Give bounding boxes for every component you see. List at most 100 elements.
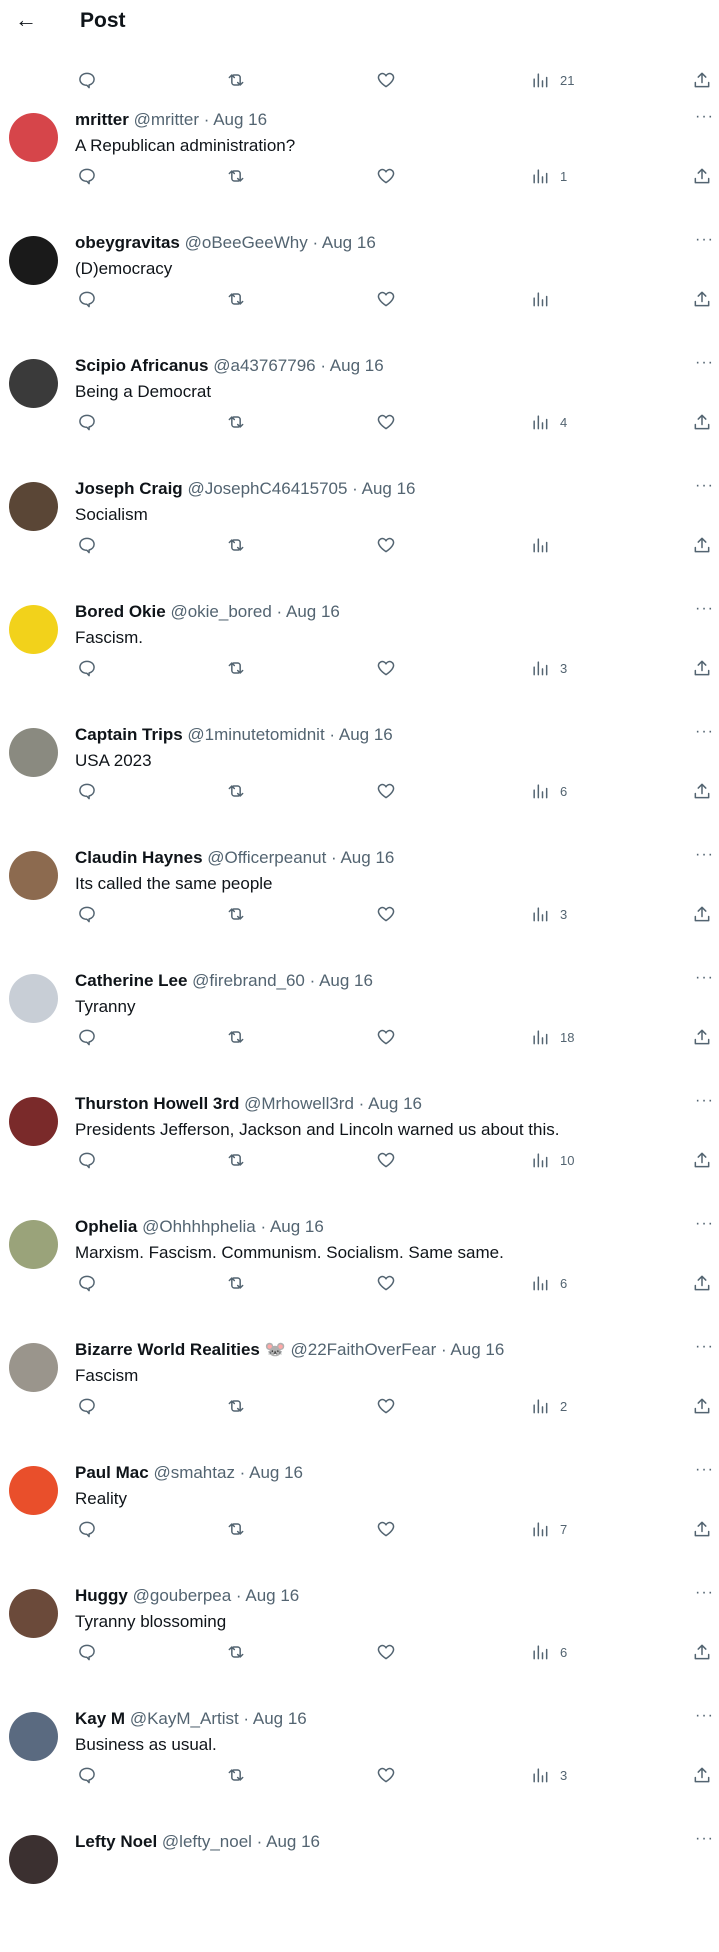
share-icon[interactable] [692,1517,712,1541]
share-icon[interactable] [692,68,712,92]
author-name[interactable]: Catherine Lee [75,971,187,990]
views-icon[interactable] [530,533,560,557]
author-handle[interactable]: @smahtaz [153,1463,235,1482]
repost-icon[interactable] [226,410,246,434]
like-icon[interactable] [376,902,396,926]
author-name[interactable]: Captain Trips [75,725,183,744]
reply-icon[interactable] [77,1148,97,1172]
more-options-icon[interactable]: ··· [695,231,714,249]
avatar[interactable] [9,359,58,408]
post-date[interactable]: Aug 16 [368,1094,422,1113]
views-icon[interactable]: 10 [530,1148,574,1172]
reply-icon[interactable] [77,1763,97,1787]
views-icon[interactable]: 7 [530,1517,567,1541]
repost-icon[interactable] [226,68,246,92]
reply-item[interactable]: Catherine Lee @firebrand_60 · Aug 16 ··· T… [0,967,719,1091]
like-icon[interactable] [376,779,396,803]
author-name[interactable]: Kay M [75,1709,125,1728]
avatar[interactable] [9,728,58,777]
author-handle[interactable]: @22FaithOverFear [290,1340,436,1359]
share-icon[interactable] [692,533,712,557]
repost-icon[interactable] [226,656,246,680]
like-icon[interactable] [376,1763,396,1787]
avatar[interactable] [9,1589,58,1638]
repost-icon[interactable] [226,1148,246,1172]
views-icon[interactable]: 4 [530,410,567,434]
avatar[interactable] [9,1220,58,1269]
author-handle[interactable]: @gouberpea [133,1586,232,1605]
repost-icon[interactable] [226,287,246,311]
post-date[interactable]: Aug 16 [339,725,393,744]
avatar[interactable] [9,113,58,162]
author-name[interactable]: Ophelia [75,1217,137,1236]
more-options-icon[interactable]: ··· [695,1338,714,1356]
author-handle[interactable]: @Ohhhhphelia [142,1217,256,1236]
post-date[interactable]: Aug 16 [213,110,267,129]
avatar[interactable] [9,1466,58,1515]
author-handle[interactable]: @a43767796 [213,356,315,375]
reply-icon[interactable] [77,1025,97,1049]
author-name[interactable]: Scipio Africanus [75,356,209,375]
post-date[interactable]: Aug 16 [245,1586,299,1605]
author-handle[interactable]: @KayM_Artist [130,1709,239,1728]
author-name[interactable]: Bizarre World Realities 🐭 [75,1340,286,1359]
reply-icon[interactable] [77,68,97,92]
post-date[interactable]: Aug 16 [249,1463,303,1482]
reply-item[interactable]: Bored Okie @okie_bored · Aug 16 ··· Fascis… [0,598,719,722]
more-options-icon[interactable]: ··· [695,1584,714,1602]
author-name[interactable]: Joseph Craig [75,479,183,498]
like-icon[interactable] [376,656,396,680]
repost-icon[interactable] [226,1763,246,1787]
more-options-icon[interactable]: ··· [695,1707,714,1725]
views-icon[interactable]: 3 [530,1763,567,1787]
post-date[interactable]: Aug 16 [319,971,373,990]
share-icon[interactable] [692,1148,712,1172]
views-icon[interactable]: 1 [530,164,567,188]
more-options-icon[interactable]: ··· [695,846,714,864]
more-options-icon[interactable]: ··· [695,1215,714,1233]
like-icon[interactable] [376,164,396,188]
avatar[interactable] [9,1097,58,1146]
share-icon[interactable] [692,287,712,311]
reply-icon[interactable] [77,656,97,680]
reply-item[interactable]: Lefty Noel @lefty_noel · Aug 16 ··· [0,1828,719,1952]
author-name[interactable]: obeygravitas [75,233,180,252]
share-icon[interactable] [692,902,712,926]
reply-item[interactable]: Ophelia @Ohhhhphelia · Aug 16 ··· Marxism.… [0,1213,719,1337]
author-handle[interactable]: @Officerpeanut [207,848,326,867]
like-icon[interactable] [376,533,396,557]
like-icon[interactable] [376,1640,396,1664]
author-name[interactable]: Claudin Haynes [75,848,203,867]
repost-icon[interactable] [226,902,246,926]
more-options-icon[interactable]: ··· [695,969,714,987]
more-options-icon[interactable]: ··· [695,354,714,372]
post-date[interactable]: Aug 16 [286,602,340,621]
reply-item[interactable]: Paul Mac @smahtaz · Aug 16 ··· Reality 7 [0,1459,719,1583]
views-icon[interactable]: 18 [530,1025,574,1049]
author-handle[interactable]: @JosephC46415705 [187,479,347,498]
like-icon[interactable] [376,68,396,92]
reply-item[interactable]: Claudin Haynes @Officerpeanut · Aug 16 ··… [0,844,719,968]
author-name[interactable]: Thurston Howell 3rd [75,1094,239,1113]
share-icon[interactable] [692,1025,712,1049]
repost-icon[interactable] [226,1271,246,1295]
share-icon[interactable] [692,1271,712,1295]
author-name[interactable]: Paul Mac [75,1463,149,1482]
author-handle[interactable]: @Mrhowell3rd [244,1094,354,1113]
share-icon[interactable] [692,1640,712,1664]
avatar[interactable] [9,482,58,531]
post-date[interactable]: Aug 16 [362,479,416,498]
share-icon[interactable] [692,164,712,188]
views-icon[interactable]: 6 [530,779,567,803]
post-date[interactable]: Aug 16 [270,1217,324,1236]
post-date[interactable]: Aug 16 [330,356,384,375]
reply-icon[interactable] [77,902,97,926]
views-icon[interactable]: 6 [530,1640,567,1664]
repost-icon[interactable] [226,164,246,188]
share-icon[interactable] [692,779,712,803]
avatar[interactable] [9,851,58,900]
repost-icon[interactable] [226,1394,246,1418]
share-icon[interactable] [692,410,712,434]
views-icon[interactable]: 3 [530,656,567,680]
reply-item[interactable]: obeygravitas @oBeeGeeWhy · Aug 16 ··· (D)e… [0,229,719,353]
